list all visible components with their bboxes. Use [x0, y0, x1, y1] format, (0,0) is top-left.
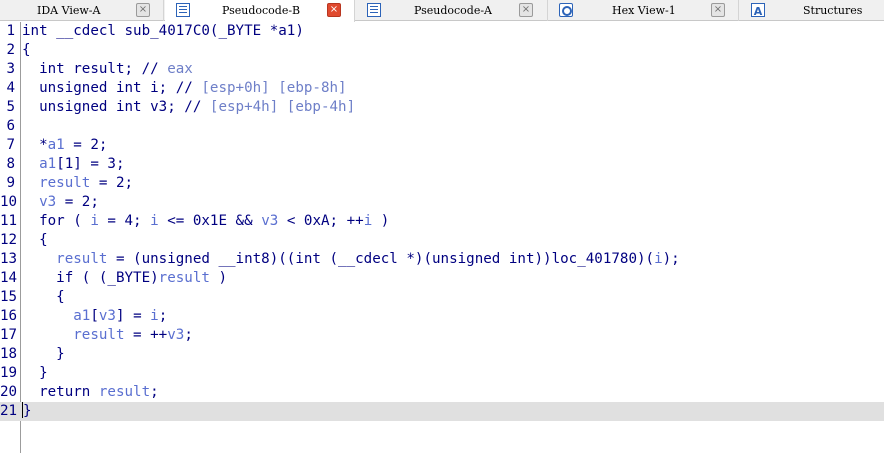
- tab-pseudocode-b[interactable]: Pseudocode-B ×: [165, 0, 355, 22]
- line-number: 16: [0, 308, 18, 324]
- code-line[interactable]: 21}: [0, 402, 884, 421]
- line-number: 5: [6, 99, 15, 115]
- tab-structures[interactable]: A Structures: [740, 0, 884, 21]
- tab-bar: IDA View-A × Pseudocode-B × Pseudocode-A…: [0, 0, 884, 22]
- line-number: 21: [0, 403, 18, 419]
- line-number: 10: [0, 194, 18, 210]
- line-number: 8: [6, 156, 15, 172]
- line-number: 15: [0, 289, 18, 305]
- code-line[interactable]: 18 }: [0, 345, 884, 364]
- code-line[interactable]: 15 {: [0, 288, 884, 307]
- close-icon[interactable]: ×: [136, 3, 150, 17]
- code-text: }: [22, 346, 65, 362]
- line-number: 6: [6, 118, 15, 134]
- code-line[interactable]: 6: [0, 117, 884, 136]
- code-text: *a1 = 2;: [22, 137, 108, 153]
- line-number: 12: [0, 232, 18, 248]
- code-text: {: [22, 289, 65, 305]
- code-line[interactable]: 1 int __cdecl sub_4017C0(_BYTE *a1): [0, 22, 884, 41]
- code-text: unsigned int v3; // [esp+4h] [ebp-4h]: [22, 99, 356, 115]
- tab-hex-view-1[interactable]: Hex View-1 ×: [549, 0, 739, 21]
- code-line[interactable]: 12 {: [0, 231, 884, 250]
- code-text: for ( i = 4; i <= 0x1E && v3 < 0xA; ++i …: [22, 213, 390, 229]
- line-number: 19: [0, 365, 18, 381]
- tab-label: Hex View-1: [612, 4, 676, 17]
- tab-label: IDA View-A: [37, 4, 101, 17]
- code-line[interactable]: 4 unsigned int i; // [esp+0h] [ebp-8h]: [0, 79, 884, 98]
- code-text: result = (unsigned __int8)((int (__cdecl…: [56, 251, 680, 267]
- code-text: }: [22, 365, 48, 381]
- line-number: 4: [6, 80, 15, 96]
- code-line[interactable]: 7 *a1 = 2;: [0, 136, 884, 155]
- code-text: if ( (_BYTE)result ): [22, 270, 228, 286]
- close-icon[interactable]: ×: [519, 3, 533, 17]
- code-text: {: [22, 42, 31, 58]
- code-text: a1[1] = 3;: [39, 156, 125, 172]
- code-text: int result; // eax: [22, 61, 193, 77]
- tab-pseudocode-a[interactable]: Pseudocode-A ×: [356, 0, 548, 21]
- code-line[interactable]: 19 }: [0, 364, 884, 383]
- line-number: 7: [6, 137, 15, 153]
- line-number: 1: [6, 23, 15, 39]
- tab-ida-view-a[interactable]: IDA View-A ×: [0, 0, 164, 21]
- code-text: unsigned int i; // [esp+0h] [ebp-8h]: [22, 80, 347, 96]
- line-number: 2: [6, 42, 15, 58]
- code-text: v3 = 2;: [39, 194, 99, 210]
- line-number: 18: [0, 346, 18, 362]
- line-number: 13: [0, 251, 18, 267]
- code-line[interactable]: 2{: [0, 41, 884, 60]
- text-cursor: [22, 402, 23, 418]
- code-line[interactable]: 10 v3 = 2;: [0, 193, 884, 212]
- code-line[interactable]: 20 return result;: [0, 383, 884, 402]
- close-icon[interactable]: ×: [711, 3, 725, 17]
- code-line[interactable]: 9 result = 2;: [0, 174, 884, 193]
- code-text: result = ++v3;: [73, 327, 193, 343]
- tab-label: Structures: [803, 4, 863, 17]
- tab-label: Pseudocode-B: [222, 4, 301, 17]
- code-text: {: [22, 232, 48, 248]
- code-line[interactable]: 11 for ( i = 4; i <= 0x1E && v3 < 0xA; +…: [0, 212, 884, 231]
- code-line[interactable]: 16 a1[v3] = i;: [0, 307, 884, 326]
- code-text: return result;: [22, 384, 159, 400]
- code-text: a1[v3] = i;: [73, 308, 168, 324]
- pseudocode-icon: [367, 3, 381, 17]
- line-number: 3: [6, 61, 15, 77]
- line-number: 11: [0, 213, 18, 229]
- line-number: 14: [0, 270, 18, 286]
- line-number: 20: [0, 384, 18, 400]
- pseudocode-editor[interactable]: 1 int __cdecl sub_4017C0(_BYTE *a1) 2{3 in…: [0, 22, 884, 453]
- code-text: int __cdecl sub_4017C0(_BYTE *a1): [22, 23, 304, 39]
- code-text: }: [22, 402, 32, 419]
- code-line[interactable]: 14 if ( (_BYTE)result ): [0, 269, 884, 288]
- line-number: 17: [0, 327, 18, 343]
- structures-icon: A: [751, 3, 765, 18]
- code-line[interactable]: 13 result = (unsigned __int8)((int (__cd…: [0, 250, 884, 269]
- line-number: 9: [6, 175, 15, 191]
- code-line[interactable]: 17 result = ++v3;: [0, 326, 884, 345]
- pseudocode-icon: [176, 3, 190, 17]
- code-line[interactable]: 8 a1[1] = 3;: [0, 155, 884, 174]
- code-line[interactable]: 3 int result; // eax: [0, 60, 884, 79]
- hex-view-icon: [559, 3, 573, 17]
- code-line[interactable]: 5 unsigned int v3; // [esp+4h] [ebp-4h]: [0, 98, 884, 117]
- code-text: result = 2;: [39, 175, 134, 191]
- tab-label: Pseudocode-A: [414, 4, 493, 17]
- close-icon[interactable]: ×: [327, 3, 341, 17]
